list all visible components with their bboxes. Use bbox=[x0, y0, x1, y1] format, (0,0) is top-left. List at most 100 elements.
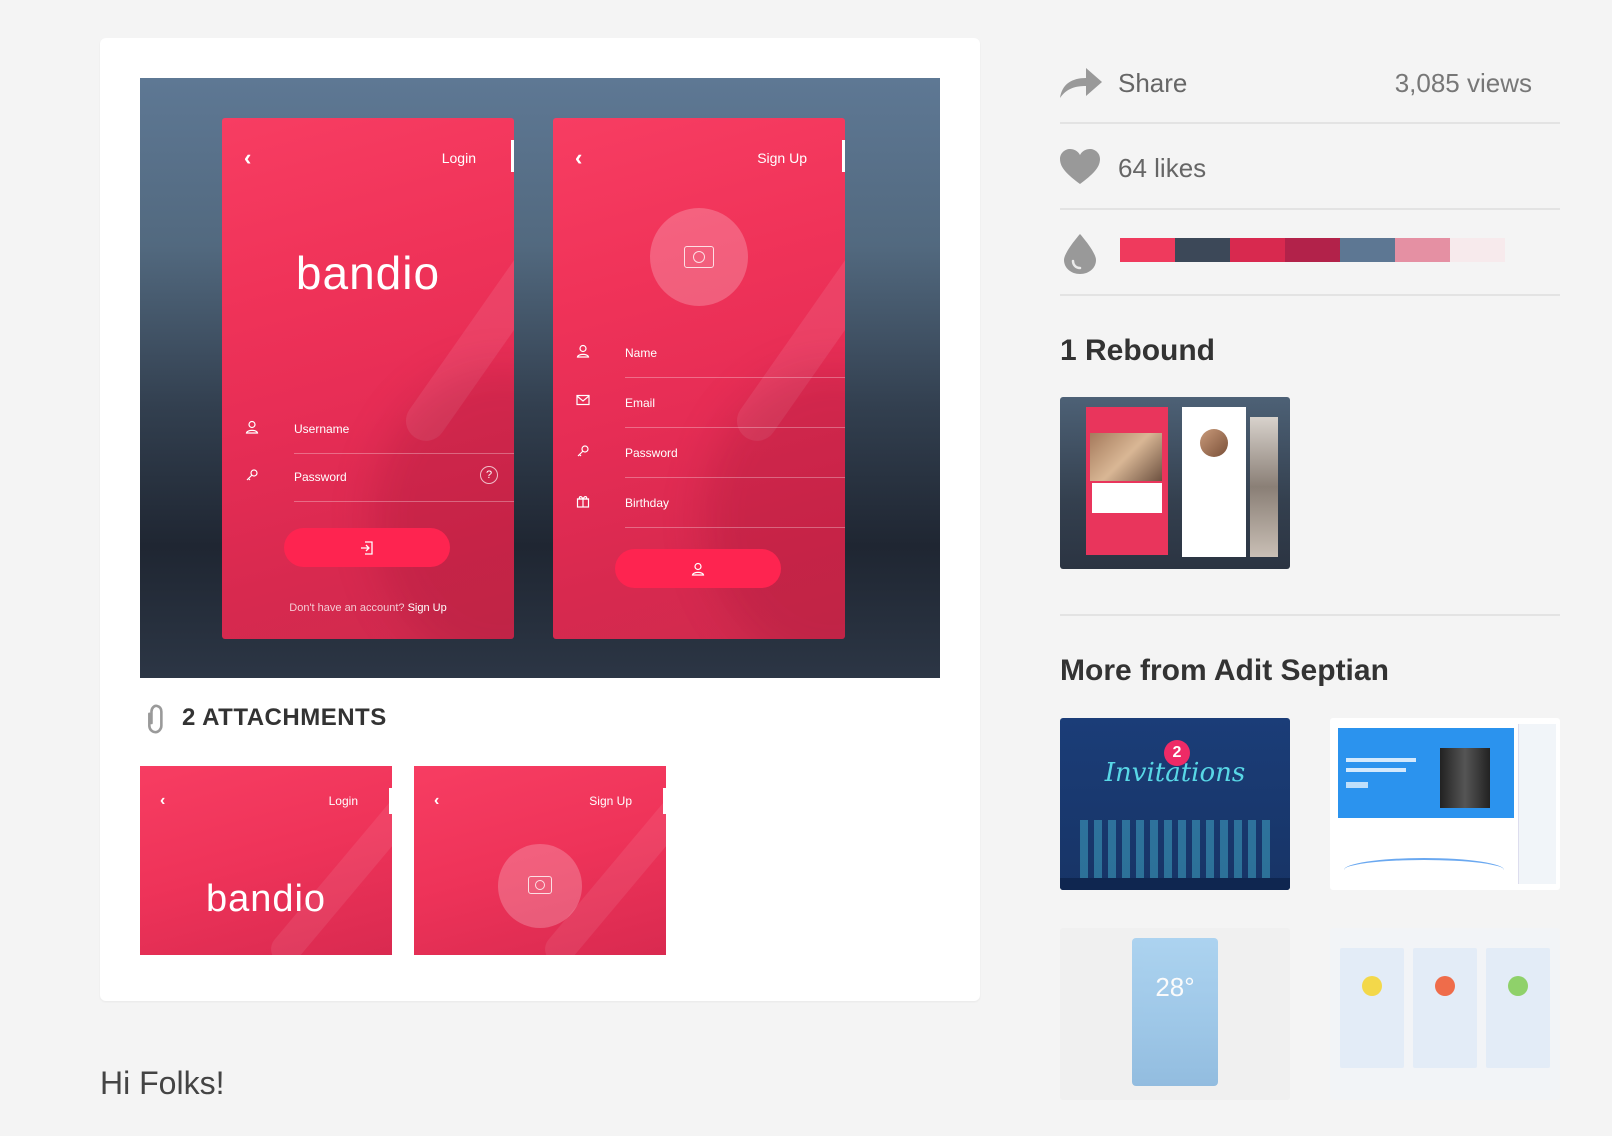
more-thumb-onboarding[interactable] bbox=[1330, 928, 1560, 1100]
field-underline bbox=[294, 501, 514, 502]
hero-text-line bbox=[1346, 768, 1406, 772]
screen-title: Login bbox=[441, 150, 476, 166]
weather-card: 28° bbox=[1132, 938, 1218, 1086]
user-icon bbox=[575, 344, 591, 361]
attachment-thumb-login[interactable]: ‹ Login bandio bbox=[140, 766, 392, 955]
server-image bbox=[1440, 748, 1490, 808]
attachments-header: 2 ATTACHMENTS bbox=[140, 700, 387, 736]
weather-temperature: 28° bbox=[1155, 972, 1195, 1002]
color-palette bbox=[1120, 238, 1505, 262]
gift-icon bbox=[575, 494, 591, 511]
drop-icon bbox=[1064, 234, 1096, 279]
signup-button bbox=[615, 549, 781, 588]
help-icon: ? bbox=[480, 466, 498, 484]
side-panel bbox=[1518, 724, 1556, 884]
palette-swatch-1[interactable] bbox=[1120, 238, 1175, 262]
password-label: Password bbox=[294, 470, 347, 484]
name-label: Name bbox=[625, 346, 658, 360]
password-field: Password bbox=[575, 430, 845, 478]
paperclip-icon bbox=[134, 697, 176, 739]
invitation-text: Invitations bbox=[1104, 758, 1246, 788]
brand-logo: bandio bbox=[205, 878, 327, 920]
more-thumb-weather[interactable]: 28° bbox=[1060, 928, 1290, 1100]
onboarding-card bbox=[1413, 948, 1477, 1068]
back-icon: ‹ bbox=[434, 792, 440, 809]
rebound-photo bbox=[1090, 433, 1162, 481]
field-underline bbox=[625, 527, 845, 528]
key-icon bbox=[244, 468, 260, 485]
screen-edge-indicator bbox=[389, 788, 392, 814]
more-thumb-cloud-host[interactable] bbox=[1330, 718, 1560, 890]
name-field: Name bbox=[575, 330, 845, 378]
share-arrow-icon[interactable] bbox=[1060, 66, 1102, 105]
username-field: Username bbox=[244, 406, 514, 454]
login-screen: ‹ Login bandio Username Password ? Don't… bbox=[222, 118, 514, 639]
palette-swatch-3[interactable] bbox=[1230, 238, 1285, 262]
palette-swatch-5[interactable] bbox=[1340, 238, 1395, 262]
rebound-red-screen bbox=[1086, 407, 1168, 555]
signup-prompt: Don't have an account? Sign Up bbox=[222, 602, 514, 614]
mail-icon bbox=[575, 394, 591, 409]
user-add-icon bbox=[691, 562, 705, 576]
password-field: Password ? bbox=[244, 454, 514, 502]
more-from-title: More from Adit Septian bbox=[1060, 654, 1389, 687]
brand-logo: bandio bbox=[295, 247, 441, 299]
performance-chart bbox=[1344, 858, 1504, 882]
divider bbox=[1060, 122, 1560, 124]
login-arrow-icon bbox=[361, 541, 373, 555]
key-icon bbox=[575, 444, 591, 461]
palette-swatch-2[interactable] bbox=[1175, 238, 1230, 262]
divider bbox=[1060, 294, 1560, 296]
login-button bbox=[284, 528, 450, 567]
heart-icon[interactable] bbox=[1060, 149, 1100, 190]
palette-swatch-4[interactable] bbox=[1285, 238, 1340, 262]
onboarding-card bbox=[1486, 948, 1550, 1068]
username-label: Username bbox=[294, 422, 350, 436]
rebound-title: 1 Rebound bbox=[1060, 334, 1215, 367]
likes-row: 64 likes bbox=[1060, 145, 1560, 189]
shot-image[interactable]: ‹ Login bandio Username Password ? Don't… bbox=[140, 78, 940, 678]
likes-count[interactable]: 64 likes bbox=[1118, 153, 1206, 184]
divider bbox=[1060, 614, 1560, 616]
screen-title: Sign Up bbox=[589, 794, 632, 808]
back-icon: ‹ bbox=[575, 145, 583, 170]
camera-icon bbox=[684, 246, 714, 268]
rebound-avatar bbox=[1200, 429, 1228, 457]
palette-swatch-7[interactable] bbox=[1450, 238, 1505, 262]
field-underline bbox=[625, 377, 845, 378]
ground bbox=[1060, 878, 1290, 890]
share-label[interactable]: Share bbox=[1118, 68, 1187, 99]
screen-edge-indicator bbox=[663, 788, 666, 814]
signup-prompt-text: Don't have an account? bbox=[289, 602, 405, 614]
more-thumb-invitations[interactable]: 2 Invitations bbox=[1060, 718, 1290, 890]
camera-icon bbox=[528, 876, 552, 894]
birthday-field: Birthday bbox=[575, 480, 845, 528]
hero-button bbox=[1346, 782, 1368, 788]
back-icon: ‹ bbox=[244, 145, 252, 170]
field-underline bbox=[625, 427, 845, 428]
screen-edge-indicator bbox=[842, 140, 845, 172]
share-row: Share 3,085 views bbox=[1060, 60, 1560, 104]
palette-swatch-6[interactable] bbox=[1395, 238, 1450, 262]
avatar-upload bbox=[650, 208, 748, 306]
user-icon bbox=[244, 420, 260, 437]
email-field: Email bbox=[575, 380, 845, 428]
city-illustration bbox=[1080, 820, 1270, 880]
password-label: Password bbox=[625, 446, 678, 460]
rebound-card bbox=[1092, 483, 1162, 513]
signup-link: Sign Up bbox=[407, 602, 447, 614]
shot-card: ‹ Login bandio Username Password ? Don't… bbox=[100, 38, 980, 1001]
divider bbox=[1060, 208, 1560, 210]
rebound-thumb[interactable] bbox=[1060, 397, 1290, 569]
onboarding-illustration bbox=[1508, 976, 1528, 996]
screen-edge-indicator bbox=[511, 140, 514, 172]
avatar-upload bbox=[498, 844, 582, 928]
attachments-label: 2 ATTACHMENTS bbox=[182, 704, 387, 731]
birthday-label: Birthday bbox=[625, 496, 670, 510]
screen-title: Sign Up bbox=[757, 150, 807, 166]
email-label: Email bbox=[625, 396, 656, 410]
onboarding-illustration bbox=[1435, 976, 1455, 996]
onboarding-card bbox=[1340, 948, 1404, 1068]
screen-title: Login bbox=[328, 794, 358, 808]
attachment-thumb-signup[interactable]: ‹ Sign Up bbox=[414, 766, 666, 955]
